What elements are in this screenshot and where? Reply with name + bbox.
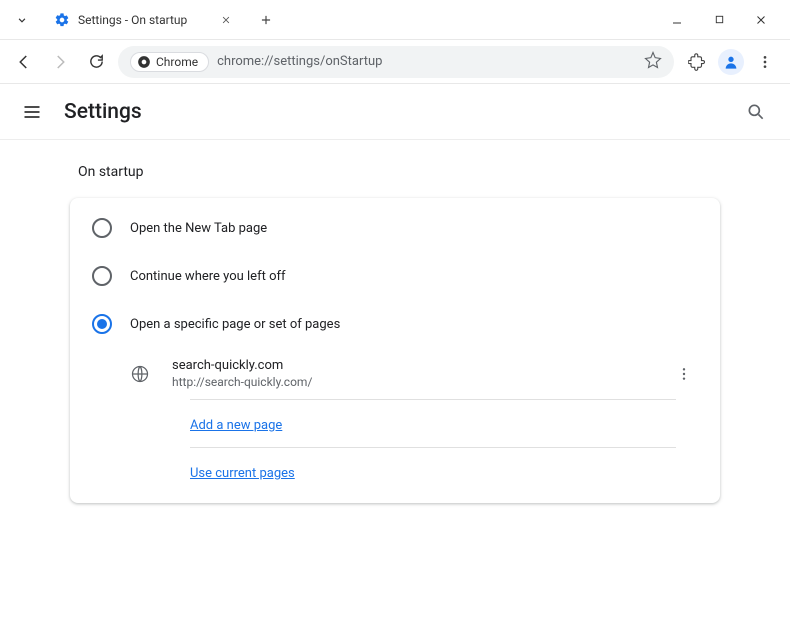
more-vertical-icon	[757, 54, 773, 70]
close-icon	[755, 14, 767, 26]
bookmark-button[interactable]	[644, 51, 662, 73]
reload-button[interactable]	[82, 48, 110, 76]
radio-button[interactable]	[92, 218, 112, 238]
forward-button[interactable]	[46, 48, 74, 76]
person-icon	[723, 54, 739, 70]
tab-search-dropdown[interactable]	[6, 5, 38, 35]
back-button[interactable]	[10, 48, 38, 76]
address-bar[interactable]: Chrome chrome://settings/onStartup	[118, 46, 674, 78]
startup-page-more-button[interactable]	[670, 360, 698, 388]
chrome-icon	[137, 55, 151, 69]
startup-page-item: search-quickly.com http://search-quickly…	[130, 348, 698, 399]
tab-title: Settings - On startup	[78, 13, 218, 27]
option-new-tab[interactable]: Open the New Tab page	[70, 204, 720, 252]
extensions-button[interactable]	[682, 47, 712, 77]
star-icon	[644, 51, 662, 69]
globe-icon	[130, 364, 150, 384]
arrow-left-icon	[15, 53, 33, 71]
browser-tab[interactable]: Settings - On startup	[44, 3, 244, 37]
profile-button[interactable]	[718, 49, 744, 75]
window-minimize-button[interactable]	[660, 6, 694, 34]
radio-button[interactable]	[92, 314, 112, 334]
maximize-icon	[714, 14, 725, 25]
window-controls	[660, 6, 790, 34]
use-current-link[interactable]: Use current pages	[190, 466, 295, 481]
window-maximize-button[interactable]	[702, 6, 736, 34]
gear-icon	[54, 12, 70, 28]
settings-header: Settings	[0, 84, 790, 140]
url-text: chrome://settings/onStartup	[217, 54, 636, 69]
browser-toolbar: Chrome chrome://settings/onStartup	[0, 40, 790, 84]
new-tab-button[interactable]	[252, 6, 280, 34]
startup-page-list: search-quickly.com http://search-quickly…	[70, 348, 720, 495]
extensions-icon	[688, 53, 706, 71]
option-specific-pages[interactable]: Open a specific page or set of pages	[70, 300, 720, 348]
more-vertical-icon	[676, 366, 692, 382]
settings-menu-button[interactable]	[18, 98, 46, 126]
startup-card: Open the New Tab page Continue where you…	[70, 198, 720, 503]
site-chip-label: Chrome	[156, 55, 198, 69]
search-icon	[746, 102, 766, 122]
page-title: Settings	[64, 100, 740, 124]
minimize-icon	[671, 14, 683, 26]
radio-label: Continue where you left off	[130, 269, 286, 284]
plus-icon	[259, 13, 273, 27]
close-icon	[221, 15, 231, 25]
startup-page-name: search-quickly.com	[172, 358, 670, 373]
option-continue[interactable]: Continue where you left off	[70, 252, 720, 300]
settings-search-button[interactable]	[740, 96, 772, 128]
settings-content: On startup Open the New Tab page Continu…	[0, 140, 790, 527]
radio-label: Open a specific page or set of pages	[130, 317, 340, 332]
add-page-row: Add a new page	[190, 399, 676, 447]
arrow-right-icon	[51, 53, 69, 71]
startup-page-url: http://search-quickly.com/	[172, 375, 670, 389]
chevron-down-icon	[15, 13, 29, 27]
use-current-row: Use current pages	[190, 447, 676, 495]
radio-button[interactable]	[92, 266, 112, 286]
add-page-link[interactable]: Add a new page	[190, 418, 282, 433]
site-chip[interactable]: Chrome	[130, 52, 209, 72]
reload-icon	[88, 53, 105, 70]
section-title: On startup	[70, 164, 720, 180]
window-close-button[interactable]	[744, 6, 778, 34]
chrome-menu-button[interactable]	[750, 47, 780, 77]
browser-titlebar: Settings - On startup	[0, 0, 790, 40]
hamburger-icon	[22, 102, 42, 122]
radio-label: Open the New Tab page	[130, 221, 267, 236]
tab-close-button[interactable]	[218, 12, 234, 28]
